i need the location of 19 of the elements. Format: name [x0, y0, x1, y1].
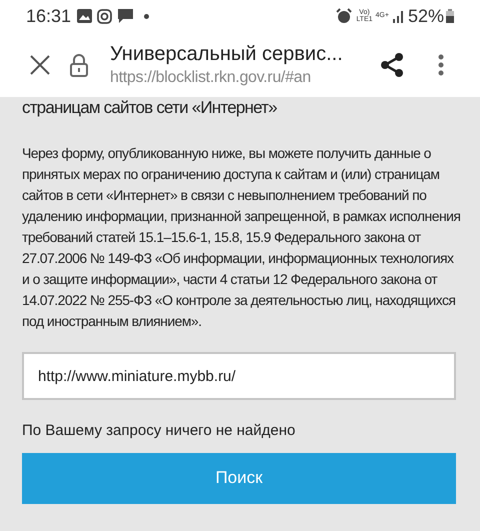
battery-icon: [446, 9, 454, 23]
chat-icon: [117, 8, 134, 24]
alarm-icon: [336, 8, 352, 24]
description-text: Через форму, опубликованную ниже, вы можете получить данные о принятых мерах по ограничению доступа к сайтам и (или) страницам сайтов в сети «Интернет» в связи с невыполнением требований по удалению информации, признанной запрещенной, в рамках исполнения требований статей 15.1–15.6-1, 15.8, 15.9 Федерального закона от 27.07.2006 № 149-ФЗ «Об информации, информационных технологиях и о защите информации», части 4 статьи 12 Федерального закона от 14.07.2022 № 255-ФЗ «О контроле за деятельностью лиц, находящихся под иностранным влиянием».: [22, 144, 462, 331]
dot-icon: [144, 14, 150, 18]
result-message: По Вашему запросу ничего не найдено: [22, 421, 296, 441]
camera-icon: [97, 8, 112, 24]
close-icon: [29, 54, 51, 76]
page-title: Универсальный сервис...: [110, 42, 344, 66]
share-icon: [379, 52, 405, 78]
lock-icon: [70, 52, 88, 76]
section-heading: страницам сайтов сети «Интернет»: [22, 98, 278, 118]
battery-percent: 52%: [408, 4, 444, 28]
page-url: https://blocklist.rkn.gov.ru/#an: [110, 68, 312, 88]
signal-icon: [392, 10, 405, 22]
search-field[interactable]: http://www.miniature.mybb.ru/: [22, 352, 456, 400]
more-icon: [438, 54, 444, 76]
picture-icon: [77, 9, 92, 23]
status-time: 16:31: [26, 4, 72, 28]
